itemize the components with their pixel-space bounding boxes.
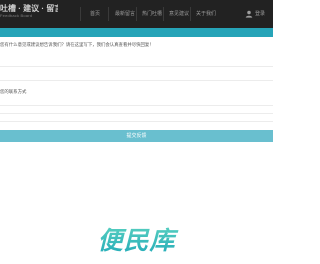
nav-divider bbox=[190, 7, 191, 21]
feedback-textarea[interactable] bbox=[0, 49, 273, 81]
submit-button[interactable]: 提交反馈 bbox=[0, 130, 273, 142]
nav-item-latest[interactable]: 最新留言 bbox=[115, 11, 135, 18]
nav-divider bbox=[80, 7, 81, 21]
form-divider bbox=[0, 121, 273, 122]
login-link[interactable]: 登录 bbox=[255, 11, 265, 18]
accent-bar bbox=[0, 28, 273, 37]
nav-divider bbox=[136, 7, 137, 21]
user-icon[interactable] bbox=[245, 10, 253, 18]
nav-item-hot[interactable]: 热门吐槽 bbox=[142, 11, 162, 18]
logo-title: 吐槽 · 建议 · 留言 bbox=[0, 4, 58, 13]
nav-divider bbox=[163, 7, 164, 21]
textarea-guide-line bbox=[0, 66, 273, 67]
nav-item-suggestions[interactable]: 意见建议 bbox=[169, 11, 189, 18]
nav-divider bbox=[108, 7, 109, 21]
site-logo[interactable]: 吐槽 · 建议 · 留言 Feedback Board bbox=[0, 4, 58, 24]
form-divider bbox=[0, 113, 273, 114]
brand-watermark: 便民库 bbox=[0, 224, 273, 258]
top-navbar: 吐槽 · 建议 · 留言 Feedback Board 首页 最新留言 热门吐槽… bbox=[0, 0, 273, 28]
nav-item-about[interactable]: 关于我们 bbox=[196, 11, 216, 18]
contact-input[interactable] bbox=[0, 96, 273, 106]
nav-item-home[interactable]: 首页 bbox=[90, 11, 100, 18]
feedback-prompt: 您有什么意见或建议想告诉我们？请在这里写下，我们会认真查看并尽快回复！ bbox=[0, 42, 154, 47]
contact-label: 您的联系方式 bbox=[0, 89, 27, 94]
logo-subtitle: Feedback Board bbox=[0, 13, 33, 18]
